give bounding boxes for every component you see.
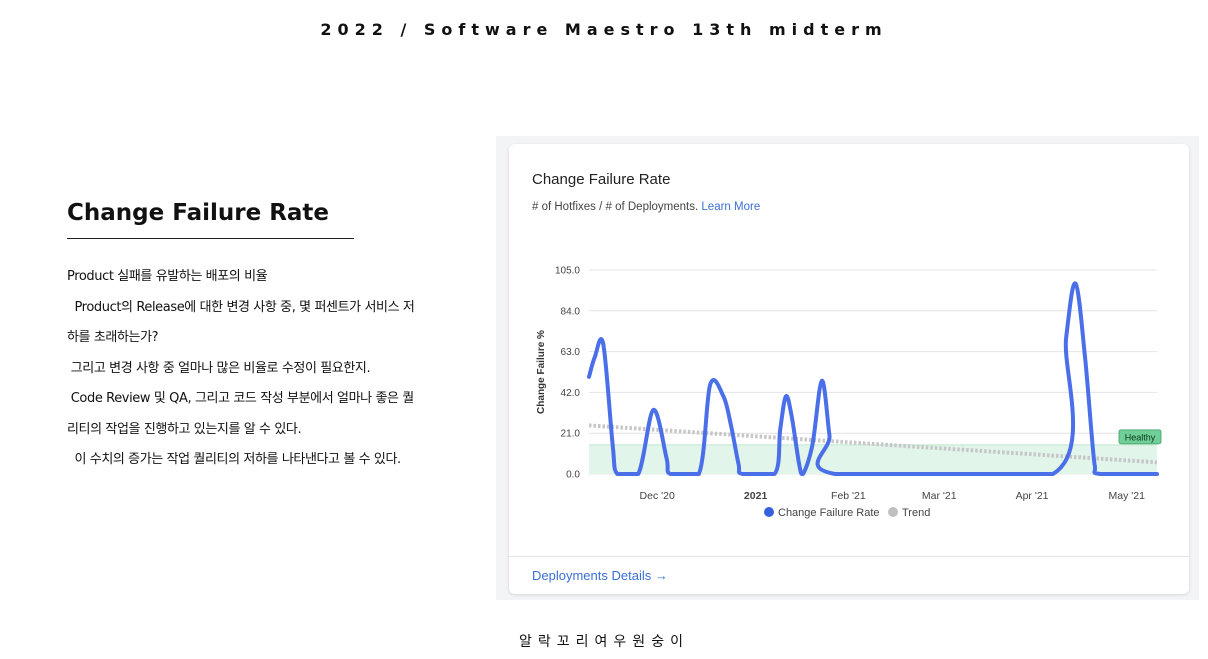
y-tick-label: 21.0 — [561, 429, 581, 440]
x-tick-label: Apr '21 — [1016, 490, 1049, 502]
y-tick-label: 105.0 — [555, 266, 580, 277]
page-title: 2022 / Software Maestro 13th midterm — [320, 20, 888, 39]
learn-more-link[interactable]: Learn More — [701, 201, 760, 213]
x-tick-label: Feb '21 — [831, 490, 866, 502]
formula-text: # of Hotfixes / # of Deployments. — [532, 201, 699, 213]
x-tick-label: 2021 — [744, 490, 768, 502]
card-divider — [509, 556, 1189, 557]
deployments-details-link[interactable]: Deployments Details → — [532, 568, 668, 583]
change-failure-chart: 105.0 84.0 63.0 42.0 21.0 0.0 Change Failure %… — [536, 266, 1162, 519]
legend-swatch — [888, 507, 898, 517]
x-tick-label: May '21 — [1108, 490, 1145, 502]
y-tick-label: 42.0 — [561, 388, 581, 399]
footer-text: 알락꼬리여우원숭이 — [519, 634, 689, 650]
legend-swatch — [764, 507, 774, 517]
description-line: 하를 초래하는가? — [67, 330, 159, 345]
legend-label: Change Failure Rate — [778, 507, 880, 519]
description-line: Code Review 및 QA, 그리고 코드 작성 부분에서 얼마나 좋은 … — [67, 391, 415, 406]
card-subtitle: # of Hotfixes / # of Deployments. Learn … — [532, 201, 760, 213]
description-line: 리티의 작업을 진행하고 있는지를 알 수 있다. — [67, 421, 302, 437]
metric-card: Change Failure Rate # of Hotfixes / # of… — [509, 144, 1189, 594]
description-text: Product 실패를 유발하는 배포의 비율 Product의 Release… — [67, 262, 447, 476]
description-line: Product 실패를 유발하는 배포의 비율 — [67, 269, 268, 284]
x-tick-label: Dec '20 — [640, 490, 675, 502]
description-line: 이 수치의 증가는 작업 퀄리티의 저하를 나타낸다고 볼 수 있다. — [67, 452, 401, 467]
y-tick-label: 63.0 — [561, 347, 581, 358]
description-section: Change Failure Rate Product 실패를 유발하는 배포의… — [67, 200, 447, 476]
legend-label: Trend — [902, 507, 930, 519]
x-tick-label: Mar '21 — [922, 490, 957, 502]
y-axis-label: Change Failure % — [536, 330, 547, 414]
description-line: 그리고 변경 사항 중 얼마나 많은 비율로 수정이 필요한지. — [67, 360, 371, 376]
healthy-label: Healthy — [1125, 432, 1156, 442]
section-title: Change Failure Rate — [67, 200, 354, 239]
y-tick-label: 84.0 — [561, 306, 581, 317]
description-line: Product의 Release에 대한 변경 사항 중, 몇 퍼센트가 서비스… — [67, 299, 415, 315]
card-title: Change Failure Rate — [532, 171, 671, 188]
y-tick-label: 0.0 — [566, 470, 580, 481]
